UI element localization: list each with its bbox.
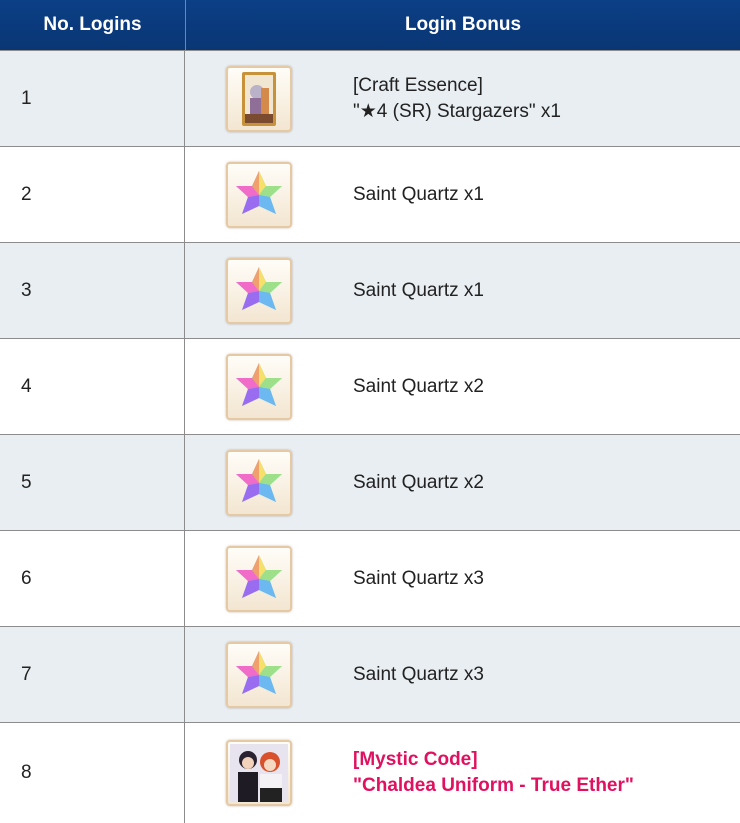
header-no-logins: No. Logins xyxy=(0,0,186,50)
login-number: 2 xyxy=(0,147,185,242)
table-row: 6 Saint Quartz x3 xyxy=(0,530,740,626)
reward-icon-cell xyxy=(185,147,333,242)
saint-quartz-icon xyxy=(226,449,292,516)
reward-icon-cell xyxy=(185,531,333,626)
reward-icon-cell xyxy=(185,51,333,146)
table-row: 5 Saint Quartz x2 xyxy=(0,434,740,530)
reward-text: Saint Quartz x2 xyxy=(333,339,740,434)
reward-text: Saint Quartz x3 xyxy=(333,627,740,722)
reward-icon-cell xyxy=(185,627,333,722)
reward-line-2: "Chaldea Uniform - True Ether" xyxy=(353,775,634,796)
reward-text: Saint Quartz x2 xyxy=(333,435,740,530)
reward-icon-cell xyxy=(185,723,333,823)
reward-text: Saint Quartz x1 xyxy=(333,147,740,242)
reward-line-1: [Craft Essence] xyxy=(353,74,483,96)
login-number: 3 xyxy=(0,243,185,338)
reward-text: [Craft Essence] "★4 (SR) Stargazers" x1 xyxy=(333,51,740,146)
reward-text: Saint Quartz x1 xyxy=(333,243,740,338)
login-number: 5 xyxy=(0,435,185,530)
login-number: 7 xyxy=(0,627,185,722)
table-row: 4 Saint Quartz x2 xyxy=(0,338,740,434)
table-header: No. Logins Login Bonus xyxy=(0,0,740,50)
reward-line-1: Saint Quartz x1 xyxy=(353,279,484,301)
table-row: 3 Saint Quartz x1 xyxy=(0,242,740,338)
login-number: 4 xyxy=(0,339,185,434)
reward-line-1: Saint Quartz x3 xyxy=(353,567,484,589)
reward-line-1: [Mystic Code] xyxy=(353,749,478,770)
reward-line-1: Saint Quartz x2 xyxy=(353,471,484,493)
reward-text: [Mystic Code] "Chaldea Uniform - True Et… xyxy=(333,723,740,823)
reward-text: Saint Quartz x3 xyxy=(333,531,740,626)
mystic-code-icon xyxy=(226,740,292,806)
reward-line-1: Saint Quartz x3 xyxy=(353,663,484,685)
saint-quartz-icon xyxy=(226,641,292,708)
craft-essence-card-icon xyxy=(226,65,292,132)
login-bonus-table: No. Logins Login Bonus 1 [Craft Essence]… xyxy=(0,0,740,823)
table-row: 7 Saint Quartz x3 xyxy=(0,626,740,722)
reward-line-1: Saint Quartz x1 xyxy=(353,183,484,205)
reward-icon-cell xyxy=(185,339,333,434)
reward-icon-cell xyxy=(185,243,333,338)
table-row: 8 [Mystic Code] "Chaldea Uniform - True … xyxy=(0,722,740,823)
login-number: 8 xyxy=(0,723,185,823)
reward-icon-cell xyxy=(185,435,333,530)
login-number: 1 xyxy=(0,51,185,146)
reward-line-2: "★4 (SR) Stargazers" x1 xyxy=(353,100,561,122)
reward-line-1: Saint Quartz x2 xyxy=(353,375,484,397)
saint-quartz-icon xyxy=(226,161,292,228)
header-login-bonus: Login Bonus xyxy=(404,14,522,35)
saint-quartz-icon xyxy=(226,353,292,420)
table-row: 2 Saint Quartz x1 xyxy=(0,146,740,242)
saint-quartz-icon xyxy=(226,545,292,612)
table-row: 1 [Craft Essence] "★4 (SR) Stargazers" x… xyxy=(0,50,740,146)
saint-quartz-icon xyxy=(226,257,292,324)
login-number: 6 xyxy=(0,531,185,626)
